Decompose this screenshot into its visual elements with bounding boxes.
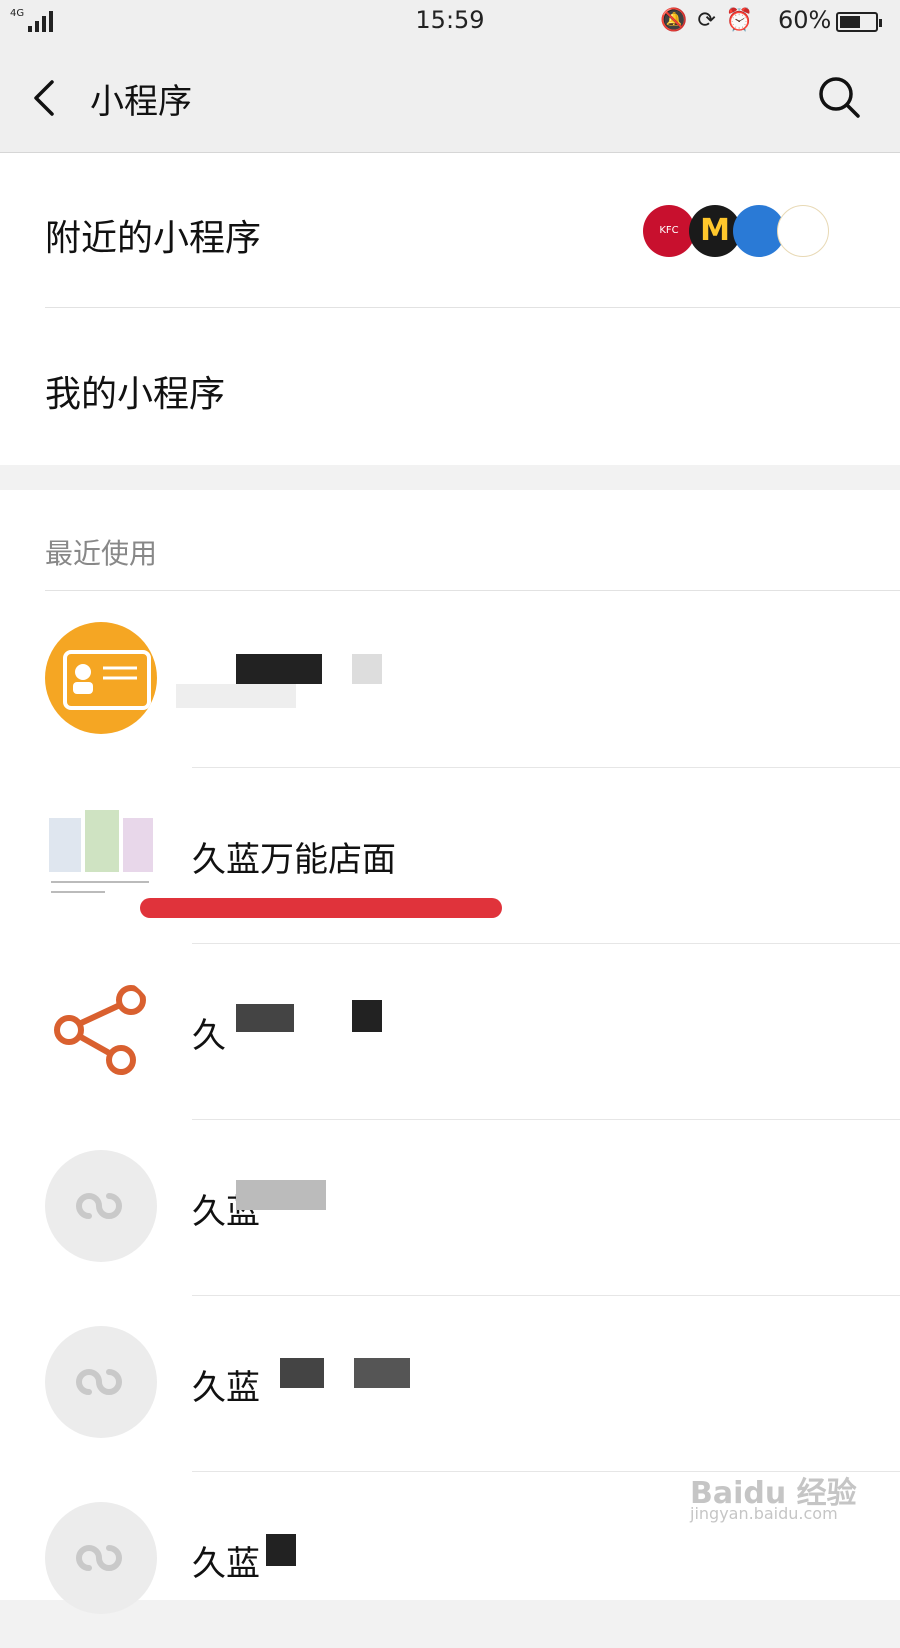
navigation-bar: 小程序 [0, 44, 900, 153]
recent-section: 最近使用 久蓝万能店面 久 久蓝 久蓝 久蓝 [0, 490, 900, 1614]
kfc-logo: KFC [643, 205, 695, 257]
divider [45, 307, 900, 308]
redaction-block [354, 1358, 410, 1388]
redaction-block [352, 1000, 382, 1032]
redaction-block [176, 684, 296, 708]
item-name: 久 [192, 1016, 226, 1056]
nearby-logos: KFC M [643, 205, 855, 257]
clock-time: 15:59 [415, 6, 485, 34]
share-icon [45, 974, 157, 1086]
back-arrow-icon[interactable] [30, 78, 60, 118]
battery-percentage: 60% [778, 6, 832, 34]
battery-icon [836, 12, 882, 32]
redaction-block [236, 1004, 294, 1032]
mini-program-link-icon [45, 1502, 157, 1614]
divider [45, 590, 900, 591]
mini-program-link-icon [45, 1150, 157, 1262]
redaction-block [352, 654, 382, 684]
rotation-lock-icon: ⟳ [697, 8, 716, 33]
nearby-mini-programs-row[interactable]: 附近的小程序 KFC M [0, 153, 900, 308]
list-item[interactable]: 久蓝 [0, 1120, 900, 1296]
my-mini-programs-row[interactable]: 我的小程序 [0, 309, 900, 464]
redaction-block [236, 654, 322, 684]
business-card-icon [45, 622, 157, 734]
redaction-block [236, 1180, 326, 1210]
item-name: 久蓝万能店面 [192, 840, 396, 880]
mute-icon: 🔕 [660, 8, 688, 33]
watermark-url: jingyan.baidu.com [690, 1504, 838, 1523]
status-bar: 4G 15:59 🔕 ⟳ ⏰ 60% [0, 0, 900, 44]
list-item[interactable]: 久 [0, 944, 900, 1120]
status-icons: 🔕 ⟳ ⏰ [660, 8, 753, 33]
search-icon[interactable] [816, 74, 862, 120]
redaction-block [280, 1358, 324, 1388]
mini-program-entries: 附近的小程序 KFC M 我的小程序 [0, 153, 900, 465]
storefront-thumbnail-icon [45, 798, 157, 910]
item-name: 久蓝 [192, 1544, 260, 1584]
alarm-icon: ⏰ [725, 8, 754, 33]
my-mini-programs-label: 我的小程序 [45, 374, 226, 415]
mini-program-link-icon [45, 1326, 157, 1438]
list-item[interactable]: 久蓝 [0, 1296, 900, 1472]
redaction-block [266, 1534, 296, 1566]
page-title: 小程序 [90, 82, 192, 122]
annotation-underline [140, 898, 502, 918]
battery-fill [840, 16, 861, 28]
list-item[interactable] [0, 592, 900, 768]
item-name: 久蓝 [192, 1368, 260, 1408]
nearby-mini-programs-label: 附近的小程序 [45, 218, 262, 259]
recent-header: 最近使用 [45, 537, 158, 570]
gold-logo [777, 205, 829, 257]
